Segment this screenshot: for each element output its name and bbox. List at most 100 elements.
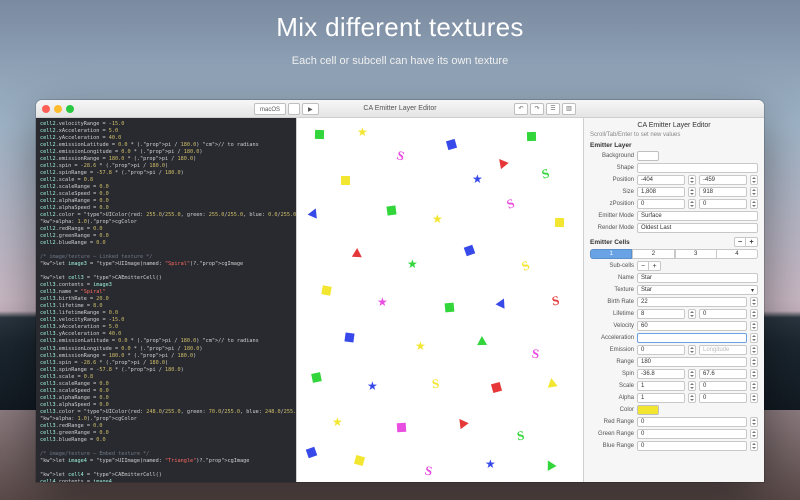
scale-field[interactable]: 1 [637, 381, 685, 391]
texture-dropdown[interactable]: Star▾ [637, 285, 758, 295]
particle-spiral: S [540, 165, 551, 182]
scale-stepper[interactable] [688, 381, 696, 391]
forward-button[interactable]: ↷ [530, 103, 544, 115]
scale-range-stepper[interactable] [750, 381, 758, 391]
hero-title: Mix different textures [0, 0, 800, 43]
stop-button[interactable] [288, 103, 300, 115]
acceleration-field[interactable] [637, 333, 747, 343]
size-h-stepper[interactable] [750, 187, 758, 197]
particle-spiral: S [516, 428, 526, 445]
lifetime-range-stepper[interactable] [750, 309, 758, 319]
particle-spiral: S [519, 257, 532, 275]
zoom-icon[interactable] [66, 105, 74, 113]
cell-tab-4[interactable]: 4 [717, 249, 758, 259]
particle-sq [445, 303, 455, 313]
remove-subcell-button[interactable]: − [637, 261, 649, 271]
scale-range-field[interactable]: 0 [699, 381, 747, 391]
position-y-stepper[interactable] [750, 175, 758, 185]
size-w-stepper[interactable] [688, 187, 696, 197]
add-subcell-button[interactable]: + [649, 261, 661, 271]
section-emitter-layer: Emitter Layer [590, 142, 758, 149]
particle-tri [477, 336, 487, 345]
cell-tab-1[interactable]: 1 [590, 249, 632, 259]
render-mode-dropdown[interactable]: Oldest Last [637, 223, 758, 233]
cell-tab-3[interactable]: 3 [675, 249, 717, 259]
latitude-stepper[interactable] [688, 345, 696, 355]
alpha-range-stepper[interactable] [750, 393, 758, 403]
inspector-toggle-button[interactable]: ▥ [562, 103, 576, 115]
emitter-preview-canvas[interactable]: ★S★S★S★S★S★S★S★S★S [296, 118, 584, 482]
position-x-field[interactable]: -404 [637, 175, 685, 185]
lifetime-field[interactable]: 8 [637, 309, 685, 319]
position-y-field[interactable]: -459 [699, 175, 747, 185]
inspector-subtitle: Scroll/Tab/Enter to set new values [590, 132, 758, 138]
spin-label: Spin [590, 371, 634, 377]
zposition-stepper[interactable] [688, 199, 696, 209]
velocity-label: Velocity [590, 323, 634, 329]
velocity-field[interactable]: 60 [637, 321, 747, 331]
birthrate-stepper[interactable] [750, 297, 758, 307]
spin-range-field[interactable]: 67.6 [699, 369, 747, 379]
color-swatch[interactable] [637, 405, 659, 415]
run-button[interactable]: ▶ [302, 103, 319, 115]
background-color-swatch[interactable] [637, 151, 659, 161]
alpha-field[interactable]: 1 [637, 393, 685, 403]
name-field[interactable]: Star [637, 273, 758, 283]
platform-dropdown[interactable]: macOS [254, 103, 286, 115]
inspector-panel: CA Emitter Layer Editor Scroll/Tab/Enter… [584, 118, 764, 482]
particle-sq [527, 132, 536, 141]
longitude-field[interactable]: Longitude [699, 345, 747, 355]
shape-dropdown[interactable] [637, 163, 758, 173]
minimize-icon[interactable] [54, 105, 62, 113]
size-h-field[interactable]: 918 [699, 187, 747, 197]
alpha-range-field[interactable]: 0 [699, 393, 747, 403]
spin-stepper[interactable] [688, 369, 696, 379]
titlebar: macOS ▶ CA Emitter Layer Editor ↶ ↷ ☰ ▥ [36, 100, 764, 118]
lifetime-range-field[interactable]: 0 [699, 309, 747, 319]
emission-range-stepper[interactable] [750, 357, 758, 367]
lifetime-stepper[interactable] [688, 309, 696, 319]
particle-tri [495, 156, 508, 169]
emitter-mode-dropdown[interactable]: Surface [637, 211, 758, 221]
cell-tab-2[interactable]: 2 [632, 249, 674, 259]
zposition-label: zPosition [590, 201, 634, 207]
redrange-field[interactable]: 0 [637, 417, 747, 427]
particle-sq [306, 447, 318, 459]
remove-cell-button[interactable]: − [734, 237, 746, 247]
redrange-stepper[interactable] [750, 417, 758, 427]
particle-star: ★ [367, 380, 378, 392]
size-w-field[interactable]: 1,808 [637, 187, 685, 197]
birthrate-field[interactable]: 22 [637, 297, 747, 307]
emission-range-field[interactable]: 180 [637, 357, 747, 367]
depth-field[interactable]: 0 [699, 199, 747, 209]
cell-tabs: 1234 [590, 249, 758, 259]
greenrange-field[interactable]: 0 [637, 429, 747, 439]
depth-stepper[interactable] [750, 199, 758, 209]
scale-label: Scale [590, 383, 634, 389]
velocity-stepper[interactable] [750, 321, 758, 331]
zposition-field[interactable]: 0 [637, 199, 685, 209]
greenrange-stepper[interactable] [750, 429, 758, 439]
position-x-stepper[interactable] [688, 175, 696, 185]
bluerange-label: Blue Range [590, 443, 634, 449]
emitter-mode-label: Emitter Mode [590, 213, 634, 219]
inspector-title: CA Emitter Layer Editor [590, 122, 758, 129]
bluerange-stepper[interactable] [750, 441, 758, 451]
spin-field[interactable]: -36.8 [637, 369, 685, 379]
position-label: Position [590, 177, 634, 183]
panel-toggle-button[interactable]: ☰ [546, 103, 560, 115]
code-editor[interactable]: cell2.velocityRange = -15.0 cell2.xAccel… [36, 118, 296, 482]
particle-sq [491, 382, 502, 393]
add-cell-button[interactable]: + [746, 237, 758, 247]
longitude-stepper[interactable] [750, 345, 758, 355]
particle-sq [386, 205, 396, 215]
spin-range-stepper[interactable] [750, 369, 758, 379]
alpha-stepper[interactable] [688, 393, 696, 403]
particle-sq [344, 332, 354, 342]
close-icon[interactable] [42, 105, 50, 113]
bluerange-field[interactable]: 0 [637, 441, 747, 451]
back-button[interactable]: ↶ [514, 103, 528, 115]
particle-star: ★ [407, 258, 418, 270]
acceleration-stepper[interactable] [750, 333, 758, 343]
latitude-field[interactable]: 0 [637, 345, 685, 355]
